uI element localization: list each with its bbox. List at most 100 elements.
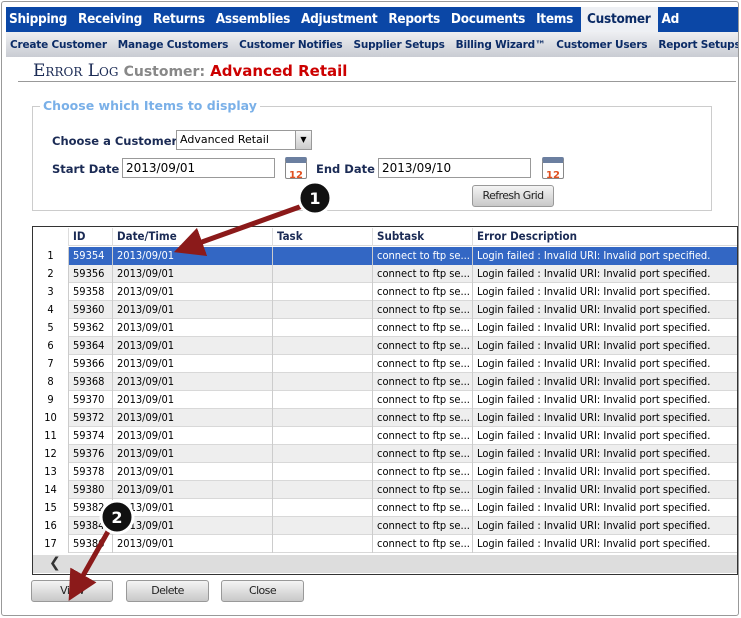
cell-date-time: 2013/09/01 — [113, 319, 273, 337]
close-button[interactable]: Close — [221, 580, 304, 602]
table-row[interactable]: 14 59380 2013/09/01 connect to ftp se... Log… — [33, 481, 737, 499]
cell-row-number: 6 — [33, 337, 69, 355]
cell-task — [273, 247, 373, 265]
subnav-item-supplier-setups[interactable]: Supplier Setups — [349, 32, 451, 57]
nav-tab-adjustment[interactable]: Adjustment — [298, 7, 385, 32]
sub-nav: Create Customer Manage Customers Customer … — [6, 32, 738, 57]
cell-error-description: Login failed : Invalid URI: Invalid port… — [477, 339, 711, 352]
cell-task — [273, 427, 373, 445]
cell-task — [273, 481, 373, 499]
nav-tab-shipping[interactable]: Shipping — [6, 7, 75, 32]
cell-id: 59378 — [69, 463, 113, 481]
cell-id: 59360 — [69, 301, 113, 319]
cell-id: 59362 — [69, 319, 113, 337]
column-header-task[interactable]: Task — [273, 228, 373, 246]
table-row[interactable]: 9 59370 2013/09/01 connect to ftp se... Logi… — [33, 391, 737, 409]
cell-subtask: connect to ftp se... — [373, 355, 473, 373]
delete-button[interactable]: Delete — [126, 580, 209, 602]
horizontal-scrollbar[interactable]: ❮ — [33, 555, 737, 573]
nav-tab-returns[interactable]: Returns — [150, 7, 213, 32]
cell-date-time: 2013/09/01 — [113, 355, 273, 373]
start-date-input[interactable]: 2013/09/01 — [122, 158, 275, 178]
cell-date-time: 2013/09/01 — [113, 391, 273, 409]
cell-subtask: connect to ftp se... — [373, 481, 473, 499]
calendar-icon[interactable]: 12 — [542, 157, 564, 181]
cell-row-number: 13 — [33, 463, 69, 481]
column-header-row-number[interactable] — [33, 228, 69, 246]
table-row[interactable]: 16 59384 2013/09/01 connect to ftp se... Log… — [33, 517, 737, 535]
table-row[interactable]: 17 59386 2013/09/01 connect to ftp se... Log… — [33, 535, 737, 553]
cell-error-description: Login failed : Invalid URI: Invalid port… — [477, 429, 711, 442]
nav-tab-ad[interactable]: Ad — [658, 7, 687, 32]
cell-row-number: 17 — [33, 535, 69, 553]
cell-error-description: Login failed : Invalid URI: Invalid port… — [477, 447, 711, 460]
cell-task — [273, 373, 373, 391]
nav-tab-reports[interactable]: Reports — [385, 7, 448, 32]
table-row[interactable]: 3 59358 2013/09/01 connect to ftp se... Logi… — [33, 283, 737, 301]
calendar-icon[interactable]: 12 — [285, 157, 307, 181]
view-button[interactable]: View — [31, 580, 113, 602]
column-header-date-time[interactable]: Date/Time — [113, 228, 273, 246]
nav-tab-items[interactable]: Items — [533, 7, 581, 32]
cell-subtask: connect to ftp se... — [373, 247, 473, 265]
cell-row-number: 16 — [33, 517, 69, 535]
table-row[interactable]: 5 59362 2013/09/01 connect to ftp se... Logi… — [33, 319, 737, 337]
cell-task — [273, 463, 373, 481]
main-nav: Shipping Receiving Returns Assemblies Adjust… — [6, 7, 738, 32]
subnav-item-customer-notifies[interactable]: Customer Notifies — [235, 32, 349, 57]
table-row[interactable]: 6 59364 2013/09/01 connect to ftp se... Logi… — [33, 337, 737, 355]
subnav-item-create-customer[interactable]: Create Customer — [6, 32, 114, 57]
table-row[interactable]: 4 59360 2013/09/01 connect to ftp se... Logi… — [33, 301, 737, 319]
cell-task — [273, 265, 373, 283]
cell-date-time: 2013/09/01 — [113, 481, 273, 499]
table-row[interactable]: 13 59378 2013/09/01 connect to ftp se... Log… — [33, 463, 737, 481]
chevron-down-icon[interactable]: ▼ — [295, 130, 312, 150]
table-row[interactable]: 10 59372 2013/09/01 connect to ftp se... Log… — [33, 409, 737, 427]
subnav-item-report-setups[interactable]: Report Setups — [654, 32, 738, 57]
cell-date-time: 2013/09/01 — [113, 373, 273, 391]
table-row[interactable]: 1 59354 2013/09/01 connect to ftp se... Logi… — [33, 247, 737, 265]
cell-error-description: Login failed : Invalid URI: Invalid port… — [477, 321, 711, 334]
table-row[interactable]: 15 59382 2013/09/01 connect to ftp se... Log… — [33, 499, 737, 517]
filter-legend: Choose which Items to display — [40, 98, 260, 113]
nav-tab-assemblies[interactable]: Assemblies — [213, 7, 298, 32]
grid-header: ID Date/Time Task Subtask Error Description — [33, 228, 737, 246]
table-row[interactable]: 8 59368 2013/09/01 connect to ftp se... Logi… — [33, 373, 737, 391]
cell-id: 59368 — [69, 373, 113, 391]
subnav-item-billing-wizard-[interactable]: Billing Wizard™ — [452, 32, 553, 57]
table-row[interactable]: 12 59376 2013/09/01 connect to ftp se... Log… — [33, 445, 737, 463]
customer-select-label: Choose a Customer — [52, 134, 178, 148]
cell-task — [273, 535, 373, 553]
column-header-error-description[interactable]: Error Description — [473, 228, 737, 246]
subnav-item-customer-users[interactable]: Customer Users — [552, 32, 654, 57]
table-row[interactable]: 7 59366 2013/09/01 connect to ftp se... Logi… — [33, 355, 737, 373]
nav-tab-receiving[interactable]: Receiving — [75, 7, 150, 32]
customer-label: Customer: — [123, 64, 206, 80]
column-header-subtask[interactable]: Subtask — [373, 228, 473, 246]
refresh-grid-button[interactable]: Refresh Grid — [472, 185, 554, 207]
cell-row-number: 1 — [33, 247, 69, 265]
table-row[interactable]: 2 59356 2013/09/01 connect to ftp se... Logi… — [33, 265, 737, 283]
cell-subtask: connect to ftp se... — [373, 517, 473, 535]
cell-id: 59376 — [69, 445, 113, 463]
cell-subtask: connect to ftp se... — [373, 265, 473, 283]
cell-subtask: connect to ftp se... — [373, 391, 473, 409]
cell-date-time: 2013/09/01 — [113, 337, 273, 355]
cell-subtask: connect to ftp se... — [373, 409, 473, 427]
cell-error-description: Login failed : Invalid URI: Invalid port… — [477, 393, 711, 406]
cell-id: 59354 — [69, 247, 113, 265]
end-date-label: End Date — [316, 162, 375, 176]
cell-row-number: 3 — [33, 283, 69, 301]
scroll-left-icon[interactable]: ❮ — [49, 555, 61, 571]
cell-subtask: connect to ftp se... — [373, 535, 473, 553]
cell-date-time: 2013/09/01 — [113, 517, 273, 535]
cell-subtask: connect to ftp se... — [373, 337, 473, 355]
column-header-id[interactable]: ID — [69, 228, 113, 246]
customer-select[interactable]: Advanced Retail — [176, 130, 296, 150]
cell-error-description: Login failed : Invalid URI: Invalid port… — [477, 501, 711, 514]
table-row[interactable]: 11 59374 2013/09/01 connect to ftp se... Log… — [33, 427, 737, 445]
end-date-input[interactable]: 2013/09/10 — [378, 158, 531, 178]
subnav-item-manage-customers[interactable]: Manage Customers — [114, 32, 235, 57]
nav-tab-documents[interactable]: Documents — [448, 7, 533, 32]
nav-tab-customer[interactable]: Customer — [581, 7, 659, 32]
